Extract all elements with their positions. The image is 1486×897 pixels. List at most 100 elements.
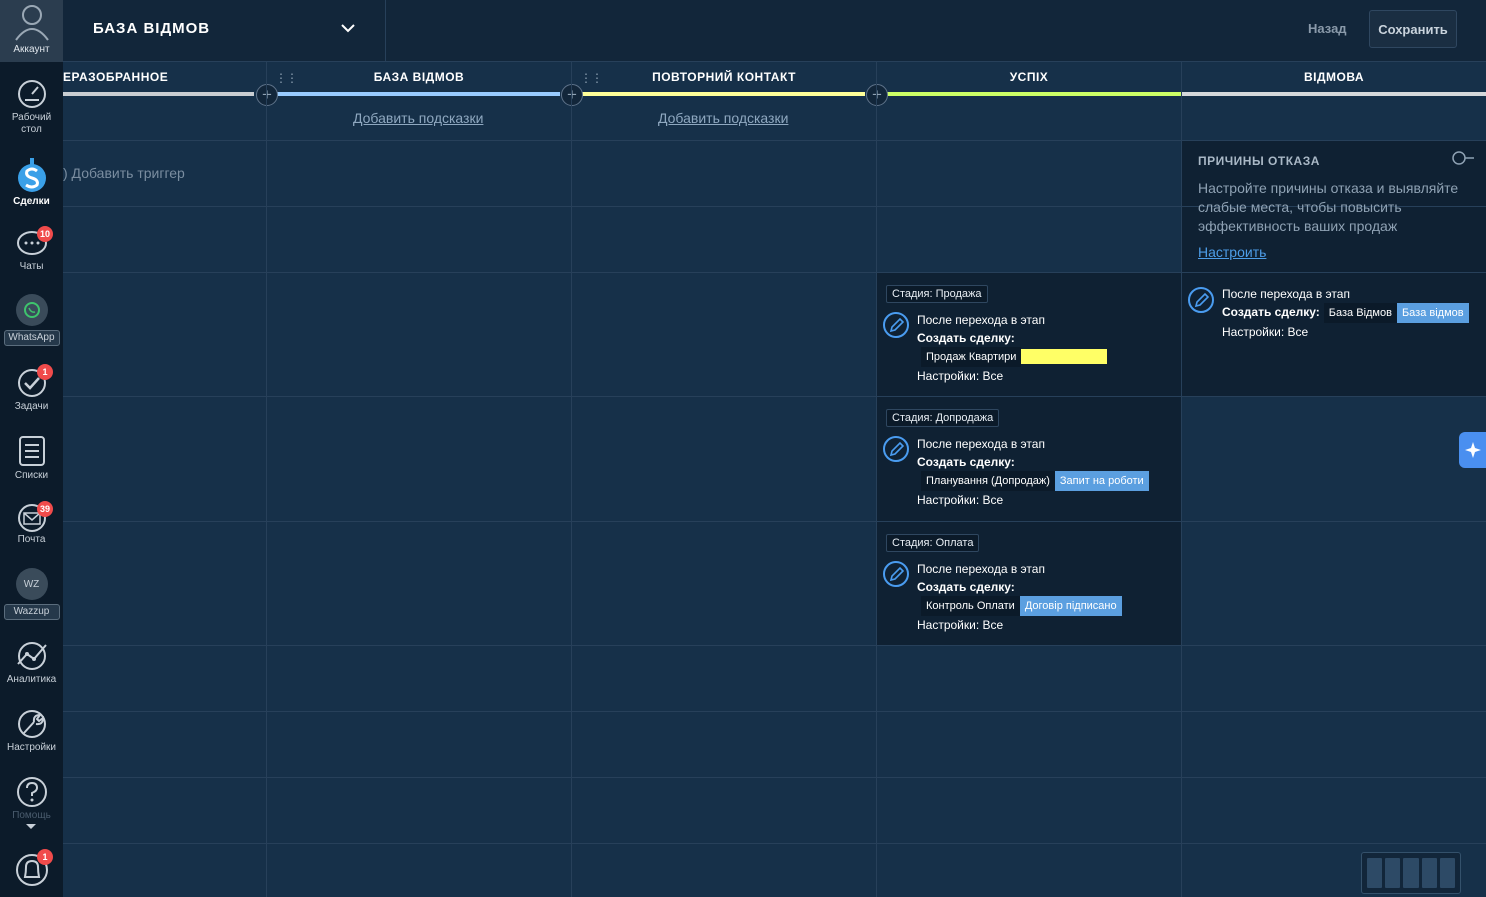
pipeline-selector[interactable]: БАЗА ВІДМОВ — [63, 0, 386, 62]
sidebar-scroll-down-icon[interactable] — [25, 823, 37, 831]
configure-loss-reasons-link[interactable]: Настроить — [1198, 244, 1266, 260]
back-button[interactable]: Назад — [1308, 21, 1347, 36]
column-color-bar — [887, 92, 1181, 96]
add-trigger-button[interactable]: ) Добавить триггер — [63, 165, 185, 181]
help-icon — [16, 777, 47, 807]
loss-reasons-description: Настройте причины отказа и выявляйте сла… — [1198, 180, 1459, 234]
trigger-event: После перехода в этап — [917, 313, 1045, 327]
drag-handle-icon[interactable]: ⋮⋮ — [580, 71, 603, 85]
minimap-block — [1421, 858, 1437, 888]
row-divider — [63, 396, 1486, 397]
left-sidebar: Аккаунт Рабочий стол Сделки 10 Чаты What… — [0, 0, 63, 897]
sidebar-item-chats[interactable]: 10 Чаты — [0, 226, 63, 273]
row-divider — [63, 521, 1486, 522]
sidebar-item-label: Списки — [14, 470, 49, 481]
trigger-text: После перехода в этап Создать сделку: Баз… — [1222, 285, 1469, 341]
sidebar-item-mail[interactable]: 39 Почта — [0, 501, 63, 546]
chats-badge: 10 — [37, 226, 54, 242]
edit-trigger-icon[interactable] — [883, 312, 909, 338]
sparkle-icon — [1464, 442, 1481, 458]
target-pipeline: Продаж Квартири — [921, 347, 1022, 367]
row-divider — [63, 272, 1486, 273]
sidebar-item-label: Настройки — [6, 742, 57, 753]
whatsapp-icon — [15, 294, 48, 326]
target-stage: База відмов — [1396, 303, 1469, 323]
sidebar-item-analytics[interactable]: Аналитика — [0, 640, 63, 686]
trigger-target: Планування (Допродаж) Запит на роботи — [917, 471, 1149, 491]
minimap-block — [1385, 858, 1401, 888]
trigger-event: После перехода в этап — [917, 562, 1045, 576]
avatar-icon — [14, 5, 49, 41]
chevron-down-icon — [341, 24, 355, 33]
sidebar-item-label: Чаты — [19, 261, 44, 272]
top-bar: БАЗА ВІДМОВ Назад Сохранить — [63, 0, 1486, 62]
sidebar-item-whatsapp[interactable]: WhatsApp — [0, 294, 63, 346]
column-color-bar — [63, 92, 254, 96]
add-stage-button[interactable]: + — [866, 84, 888, 106]
trigger-text: После перехода в этап Создать сделку: Пр… — [917, 311, 1108, 385]
trigger-target: Продаж Квартири — [917, 347, 1108, 367]
target-stage — [1021, 349, 1108, 365]
sidebar-item-dashboard[interactable]: Рабочий стол — [0, 78, 63, 136]
drag-handle-icon[interactable]: ⋮⋮ — [275, 71, 298, 85]
settings-icon — [17, 710, 46, 738]
trigger-target: Контроль Оплати Договір підписано — [917, 596, 1122, 616]
target-pipeline: База Відмов — [1323, 303, 1397, 323]
sidebar-item-deals[interactable]: Сделки — [0, 158, 63, 208]
row-divider — [63, 645, 1486, 646]
sidebar-item-settings[interactable]: Настройки — [0, 708, 63, 754]
analytics-icon — [16, 642, 47, 670]
loss-reasons-toggle[interactable] — [1452, 151, 1474, 165]
stage-tag: Стадия: Допродажа — [886, 409, 1000, 427]
account-button[interactable]: Аккаунт — [0, 0, 63, 62]
trigger-event: После перехода в этап — [1222, 287, 1350, 301]
pipeline-grid: ЕРАЗОБРАННОЕ БАЗА ВІДМОВ ПОВТОРНИЙ КОНТА… — [63, 62, 1486, 897]
column-color-bar — [1182, 92, 1486, 96]
sidebar-item-label: Аналитика — [6, 674, 57, 685]
sidebar-item-label: Wazzup — [3, 604, 60, 620]
stage-tag: Стадия: Продажа — [886, 285, 988, 303]
target-pipeline: Планування (Допродаж) — [921, 471, 1055, 491]
edit-trigger-icon[interactable] — [883, 436, 909, 462]
mail-badge: 39 — [37, 501, 54, 517]
minimap-block — [1403, 858, 1419, 888]
edit-trigger-icon[interactable] — [883, 561, 909, 587]
add-hints-link[interactable]: Добавить подсказки — [353, 110, 483, 126]
minimap-block — [1367, 858, 1383, 888]
row-divider — [63, 777, 1486, 778]
notifications-badge: 1 — [37, 849, 53, 865]
minimap-block — [1439, 858, 1456, 888]
minimap-widget[interactable] — [1361, 852, 1461, 894]
save-button[interactable]: Сохранить — [1369, 10, 1457, 48]
add-hints-link[interactable]: Добавить подсказки — [658, 110, 788, 126]
column-color-bar — [277, 92, 560, 96]
target-stage: Договір підписано — [1019, 596, 1122, 616]
sidebar-item-wazzup[interactable]: WZ Wazzup — [0, 568, 63, 620]
trigger-settings: Настройки: Все — [917, 493, 1004, 507]
column-color-bar — [582, 92, 865, 96]
tasks-badge: 1 — [37, 364, 53, 380]
add-stage-button[interactable]: + — [561, 84, 583, 106]
loss-reasons-title: ПРИЧИНЫ ОТКАЗА — [1198, 154, 1320, 168]
row-divider — [63, 140, 1486, 141]
row-divider — [63, 843, 1486, 844]
deals-icon — [17, 158, 46, 192]
wazzup-icon: WZ — [15, 568, 48, 600]
target-pipeline: Контроль Оплати — [921, 596, 1020, 616]
sidebar-item-label: Рабочий стол — [11, 112, 52, 135]
dashboard-icon — [17, 80, 46, 108]
account-label: Аккаунт — [13, 44, 50, 55]
sidebar-item-notifications[interactable]: 1 — [0, 849, 63, 888]
edit-trigger-icon[interactable] — [1188, 287, 1214, 313]
sidebar-item-label: Помощь — [12, 810, 51, 821]
add-stage-button[interactable]: + — [256, 84, 278, 106]
trigger-settings: Настройки: Все — [1222, 325, 1309, 339]
trigger-action: Создать сделку: — [917, 331, 1015, 345]
sidebar-item-lists[interactable]: Списки — [0, 434, 63, 482]
ai-assistant-button[interactable] — [1459, 432, 1486, 468]
sidebar-item-label: Почта — [17, 534, 46, 545]
sidebar-item-tasks[interactable]: 1 Задачи — [0, 364, 63, 413]
sidebar-item-label: Сделки — [13, 196, 50, 207]
sidebar-item-help[interactable]: Помощь — [0, 776, 63, 822]
trigger-action: Создать сделку: — [1222, 305, 1320, 319]
